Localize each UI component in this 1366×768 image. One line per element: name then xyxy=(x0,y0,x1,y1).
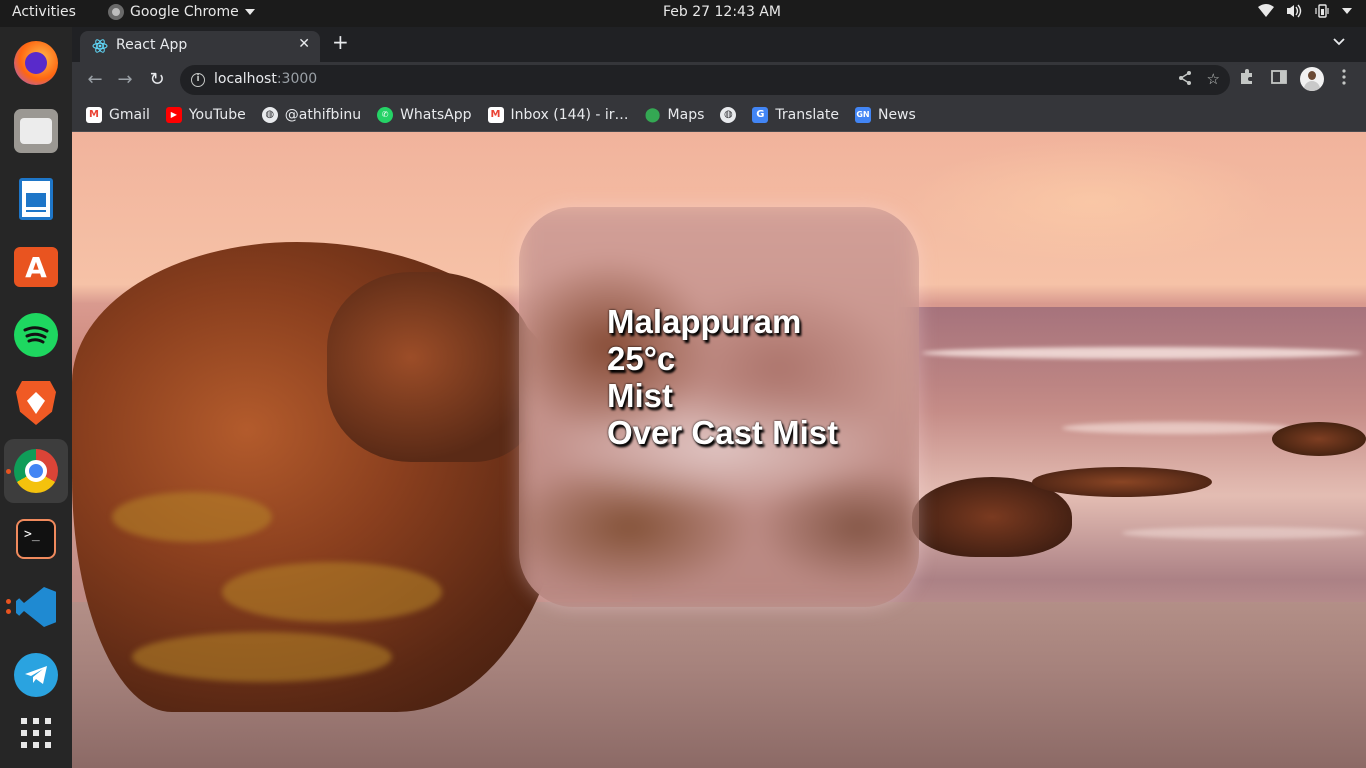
url-port: :3000 xyxy=(276,71,318,87)
clock[interactable]: Feb 27 12:43 AM xyxy=(663,4,781,20)
bookmarks-bar: M Gmail ▶ YouTube ◍ @athifbinu ✆ WhatsAp… xyxy=(72,98,1366,132)
forward-button[interactable]: → xyxy=(114,69,136,91)
dock: A >_ xyxy=(0,27,72,768)
bookmark-label: @athifbinu xyxy=(284,106,362,123)
back-button[interactable]: ← xyxy=(84,69,106,91)
bookmark-athifbinu[interactable]: ◍ @athifbinu xyxy=(261,106,362,123)
vscode-icon xyxy=(16,587,56,627)
more-menu-icon[interactable] xyxy=(1336,68,1352,86)
reload-button[interactable]: ↻ xyxy=(146,69,168,91)
dock-software[interactable]: A xyxy=(4,235,68,299)
weather-card: Malappuram 25°c Mist Over Cast Mist xyxy=(519,207,919,607)
react-icon xyxy=(92,39,108,53)
activities-button[interactable]: Activities xyxy=(12,4,76,20)
site-info-icon[interactable]: i xyxy=(191,73,205,87)
tab-react-app[interactable]: React App ✕ xyxy=(80,31,320,62)
page-viewport: Malappuram 25°c Mist Over Cast Mist xyxy=(72,132,1366,768)
software-icon: A xyxy=(14,247,58,287)
files-icon xyxy=(14,109,58,153)
close-icon[interactable]: ✕ xyxy=(298,36,310,52)
bookmark-maps[interactable]: ⬤ Maps xyxy=(645,107,705,123)
bookmark-whatsapp[interactable]: ✆ WhatsApp xyxy=(377,106,472,123)
bookmark-youtube[interactable]: ▶ YouTube xyxy=(165,106,246,123)
chrome-icon xyxy=(14,449,58,493)
bookmark-label: News xyxy=(877,106,916,123)
tab-strip: React App ✕ + xyxy=(72,27,1366,62)
app-menu-label: Google Chrome xyxy=(130,4,239,20)
dock-files[interactable] xyxy=(4,99,68,163)
tab-title: React App xyxy=(116,37,188,53)
browser-toolbar: ← → ↻ i localhost:3000 ☆ xyxy=(72,62,1366,98)
dock-vscode[interactable] xyxy=(4,575,68,639)
dock-telegram[interactable] xyxy=(4,643,68,707)
bookmark-label: YouTube xyxy=(188,106,246,123)
url-text: localhost:3000 xyxy=(214,71,317,87)
dock-chrome[interactable] xyxy=(4,439,68,503)
chevron-down-icon xyxy=(244,9,255,15)
news-icon: GN xyxy=(854,106,871,123)
bookmark-globe[interactable]: ◍ xyxy=(720,106,737,123)
apps-grid-icon xyxy=(21,718,51,748)
globe-icon: ◍ xyxy=(720,106,737,123)
youtube-icon: ▶ xyxy=(165,106,182,123)
share-icon[interactable] xyxy=(1177,70,1193,86)
bookmark-label: Gmail xyxy=(109,106,150,123)
gmail-icon: M xyxy=(86,106,102,123)
dock-writer[interactable] xyxy=(4,167,68,231)
telegram-icon xyxy=(14,653,58,697)
whatsapp-icon: ✆ xyxy=(377,106,394,123)
running-indicator xyxy=(6,609,11,614)
firefox-icon xyxy=(14,41,58,85)
terminal-icon: >_ xyxy=(16,519,56,559)
writer-icon xyxy=(19,178,53,220)
chrome-window: React App ✕ + ← → ↻ i localhost:3000 ☆ M… xyxy=(72,27,1366,768)
dock-firefox[interactable] xyxy=(4,31,68,95)
url-host: localhost xyxy=(214,71,277,87)
weather-temperature: 25°c xyxy=(607,340,676,377)
chrome-mini-icon xyxy=(108,4,124,20)
maps-icon: ⬤ xyxy=(644,106,661,123)
side-panel-icon[interactable] xyxy=(1270,68,1288,86)
bookmark-label: Inbox (144) - ir… xyxy=(510,106,629,123)
gnome-top-bar: Activities Google Chrome Feb 27 12:43 AM xyxy=(0,0,1366,27)
bookmark-inbox[interactable]: M Inbox (144) - ir… xyxy=(487,106,629,123)
dock-terminal[interactable]: >_ xyxy=(4,507,68,571)
spotify-icon xyxy=(14,313,58,357)
chevron-down-icon xyxy=(1342,8,1352,14)
bookmark-translate[interactable]: G Translate xyxy=(752,106,839,123)
weather-description: Over Cast Mist xyxy=(607,414,839,451)
wifi-icon xyxy=(1258,4,1274,17)
system-status-menu[interactable] xyxy=(1258,4,1352,18)
translate-icon: G xyxy=(752,106,769,123)
weather-city: Malappuram xyxy=(607,303,802,340)
globe-icon: ◍ xyxy=(261,106,278,123)
weather-condition: Mist xyxy=(607,377,673,414)
extensions-icon[interactable] xyxy=(1238,68,1256,86)
bookmark-gmail[interactable]: M Gmail xyxy=(86,106,150,123)
volume-icon xyxy=(1287,4,1302,18)
address-bar[interactable]: i localhost:3000 ☆ xyxy=(180,65,1230,95)
app-menu[interactable]: Google Chrome xyxy=(108,4,255,20)
running-indicator xyxy=(6,469,11,474)
weather-details: Malappuram 25°c Mist Over Cast Mist xyxy=(607,303,838,451)
battery-icon xyxy=(1315,4,1329,18)
brave-icon xyxy=(16,381,56,425)
bookmark-news[interactable]: GN News xyxy=(854,106,916,123)
bookmark-label: Translate xyxy=(775,106,839,123)
dock-brave[interactable] xyxy=(4,371,68,435)
dock-spotify[interactable] xyxy=(4,303,68,367)
new-tab-button[interactable]: + xyxy=(332,32,349,52)
running-indicator xyxy=(6,599,11,604)
bookmark-label: WhatsApp xyxy=(400,106,472,123)
gmail-icon: M xyxy=(487,106,504,123)
chevron-down-icon[interactable] xyxy=(1332,35,1346,49)
bookmark-star-icon[interactable]: ☆ xyxy=(1207,70,1220,88)
bookmark-label: Maps xyxy=(667,106,705,123)
profile-avatar[interactable] xyxy=(1300,67,1324,91)
show-apps-button[interactable] xyxy=(4,701,68,765)
